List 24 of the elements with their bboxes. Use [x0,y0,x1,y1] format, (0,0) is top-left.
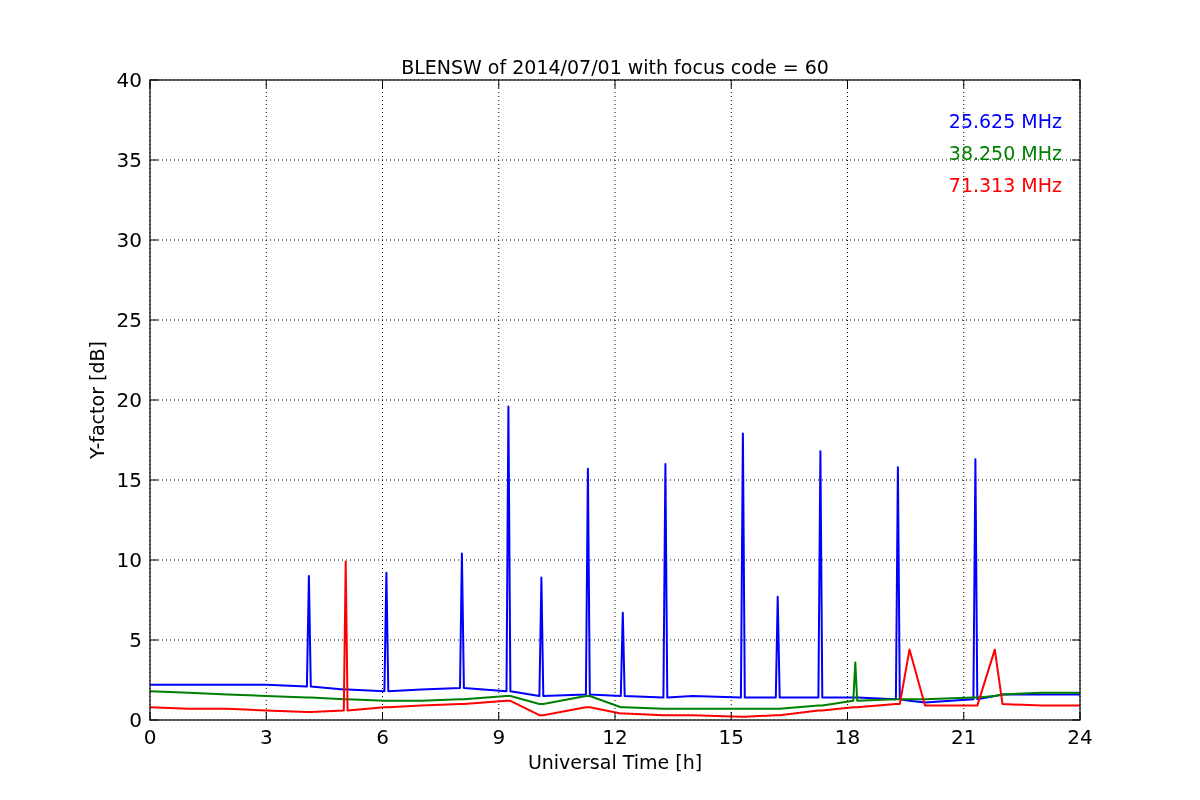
x-tick-label: 18 [834,725,861,749]
x-tick-label: 15 [718,725,744,749]
legend-label: 25.625 MHz [948,110,1062,132]
chart-title: BLENSW of 2014/07/01 with focus code = 60 [401,56,829,78]
x-axis-label: Universal Time [h] [527,751,703,773]
y-tick-label: 30 [116,228,142,252]
x-tick-label: 24 [1067,725,1093,749]
x-tick-label: 12 [602,725,628,749]
y-tick-label: 20 [116,388,142,412]
x-tick-label: 6 [376,725,389,749]
x-tick-label: 9 [492,725,506,749]
x-tick-label: 3 [259,725,273,749]
y-tick-label: 10 [116,548,142,572]
y-tick-label: 15 [116,468,142,492]
y-tick-label: 5 [129,628,142,652]
y-tick-label: 35 [116,148,142,172]
y-tick-label: 25 [116,308,142,332]
legend-label: 38.250 MHz [948,142,1062,164]
y-tick-label: 40 [116,68,142,92]
x-tick-label: 0 [143,725,157,749]
y-axis-label: Y-factor [dB] [86,341,108,459]
x-tick-label: 21 [951,725,977,749]
legend-label: 71.313 MHz [948,174,1062,196]
y-tick-label: 0 [129,708,142,732]
